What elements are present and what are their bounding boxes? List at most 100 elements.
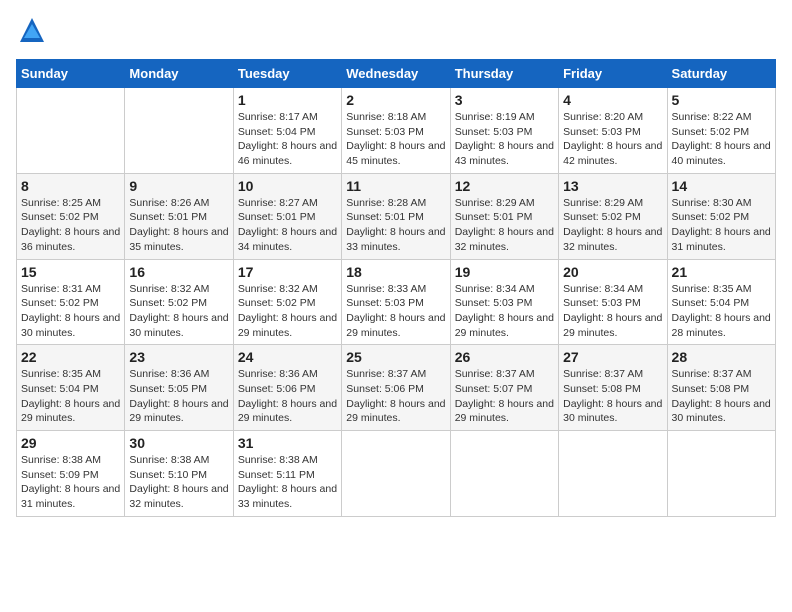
calendar-cell: 26 Sunrise: 8:37 AMSunset: 5:07 PMDayligh… bbox=[450, 345, 558, 431]
calendar-cell bbox=[450, 431, 558, 517]
day-info: Sunrise: 8:35 AMSunset: 5:04 PMDaylight:… bbox=[21, 367, 120, 426]
day-info: Sunrise: 8:37 AMSunset: 5:08 PMDaylight:… bbox=[672, 367, 771, 426]
day-info: Sunrise: 8:29 AMSunset: 5:02 PMDaylight:… bbox=[563, 196, 662, 255]
day-info: Sunrise: 8:34 AMSunset: 5:03 PMDaylight:… bbox=[455, 282, 554, 341]
calendar-cell: 2 Sunrise: 8:18 AMSunset: 5:03 PMDaylight… bbox=[342, 88, 450, 174]
calendar-cell: 21 Sunrise: 8:35 AMSunset: 5:04 PMDayligh… bbox=[667, 259, 775, 345]
calendar-cell: 25 Sunrise: 8:37 AMSunset: 5:06 PMDayligh… bbox=[342, 345, 450, 431]
day-info: Sunrise: 8:38 AMSunset: 5:10 PMDaylight:… bbox=[129, 453, 228, 512]
day-info: Sunrise: 8:32 AMSunset: 5:02 PMDaylight:… bbox=[129, 282, 228, 341]
weekday-header-friday: Friday bbox=[559, 60, 667, 88]
day-number: 30 bbox=[129, 435, 228, 451]
calendar-cell bbox=[667, 431, 775, 517]
day-number: 23 bbox=[129, 349, 228, 365]
day-info: Sunrise: 8:22 AMSunset: 5:02 PMDaylight:… bbox=[672, 110, 771, 169]
calendar-cell: 23 Sunrise: 8:36 AMSunset: 5:05 PMDayligh… bbox=[125, 345, 233, 431]
calendar-cell: 1 Sunrise: 8:17 AMSunset: 5:04 PMDaylight… bbox=[233, 88, 341, 174]
weekday-header-saturday: Saturday bbox=[667, 60, 775, 88]
day-number: 16 bbox=[129, 264, 228, 280]
day-info: Sunrise: 8:30 AMSunset: 5:02 PMDaylight:… bbox=[672, 196, 771, 255]
calendar-cell: 20 Sunrise: 8:34 AMSunset: 5:03 PMDayligh… bbox=[559, 259, 667, 345]
calendar-cell bbox=[125, 88, 233, 174]
day-info: Sunrise: 8:25 AMSunset: 5:02 PMDaylight:… bbox=[21, 196, 120, 255]
calendar-cell: 4Sunrise: 8:20 AMSunset: 5:03 PMDaylight… bbox=[559, 88, 667, 174]
calendar-cell: 13 Sunrise: 8:29 AMSunset: 5:02 PMDayligh… bbox=[559, 173, 667, 259]
calendar-week-2: 8 Sunrise: 8:25 AMSunset: 5:02 PMDaylight… bbox=[17, 173, 776, 259]
day-number: 18 bbox=[346, 264, 445, 280]
logo-icon bbox=[18, 16, 46, 44]
day-number: 10 bbox=[238, 178, 337, 194]
calendar-cell: 3 Sunrise: 8:19 AMSunset: 5:03 PMDaylight… bbox=[450, 88, 558, 174]
day-number: 31 bbox=[238, 435, 337, 451]
day-info: Sunrise: 8:34 AMSunset: 5:03 PMDaylight:… bbox=[563, 282, 662, 341]
day-number: 15 bbox=[21, 264, 120, 280]
calendar-cell: 17 Sunrise: 8:32 AMSunset: 5:02 PMDayligh… bbox=[233, 259, 341, 345]
day-number: 5 bbox=[672, 92, 771, 108]
day-info: Sunrise: 8:31 AMSunset: 5:02 PMDaylight:… bbox=[21, 282, 120, 341]
day-info: Sunrise: 8:37 AMSunset: 5:08 PMDaylight:… bbox=[563, 367, 662, 426]
day-info: Sunrise: 8:37 AMSunset: 5:07 PMDaylight:… bbox=[455, 367, 554, 426]
day-number: 8 bbox=[21, 178, 120, 194]
calendar-week-1: 1 Sunrise: 8:17 AMSunset: 5:04 PMDaylight… bbox=[17, 88, 776, 174]
day-info: Sunrise: 8:37 AMSunset: 5:06 PMDaylight:… bbox=[346, 367, 445, 426]
day-info: Sunrise: 8:26 AMSunset: 5:01 PMDaylight:… bbox=[129, 196, 228, 255]
day-info: Sunrise: 8:19 AMSunset: 5:03 PMDaylight:… bbox=[455, 110, 554, 169]
calendar-cell: 28 Sunrise: 8:37 AMSunset: 5:08 PMDayligh… bbox=[667, 345, 775, 431]
day-info: Sunrise: 8:38 AMSunset: 5:09 PMDaylight:… bbox=[21, 453, 120, 512]
calendar-week-5: 29 Sunrise: 8:38 AMSunset: 5:09 PMDayligh… bbox=[17, 431, 776, 517]
day-number: 21 bbox=[672, 264, 771, 280]
calendar-cell: 18Sunrise: 8:33 AMSunset: 5:03 PMDayligh… bbox=[342, 259, 450, 345]
day-number: 4 bbox=[563, 92, 662, 108]
header bbox=[16, 16, 776, 49]
calendar-week-3: 15 Sunrise: 8:31 AMSunset: 5:02 PMDayligh… bbox=[17, 259, 776, 345]
calendar-cell: 24Sunrise: 8:36 AMSunset: 5:06 PMDayligh… bbox=[233, 345, 341, 431]
calendar-cell: 16 Sunrise: 8:32 AMSunset: 5:02 PMDayligh… bbox=[125, 259, 233, 345]
day-info: Sunrise: 8:17 AMSunset: 5:04 PMDaylight:… bbox=[238, 110, 337, 169]
day-info: Sunrise: 8:28 AMSunset: 5:01 PMDaylight:… bbox=[346, 196, 445, 255]
weekday-header-sunday: Sunday bbox=[17, 60, 125, 88]
day-info: Sunrise: 8:35 AMSunset: 5:04 PMDaylight:… bbox=[672, 282, 771, 341]
calendar-cell: 11 Sunrise: 8:28 AMSunset: 5:01 PMDayligh… bbox=[342, 173, 450, 259]
calendar-cell: 10Sunrise: 8:27 AMSunset: 5:01 PMDayligh… bbox=[233, 173, 341, 259]
calendar-cell: 12 Sunrise: 8:29 AMSunset: 5:01 PMDayligh… bbox=[450, 173, 558, 259]
calendar-cell: 31 Sunrise: 8:38 AMSunset: 5:11 PMDayligh… bbox=[233, 431, 341, 517]
day-number: 25 bbox=[346, 349, 445, 365]
day-number: 12 bbox=[455, 178, 554, 194]
day-number: 1 bbox=[238, 92, 337, 108]
calendar-cell: 30 Sunrise: 8:38 AMSunset: 5:10 PMDayligh… bbox=[125, 431, 233, 517]
calendar-cell: 14 Sunrise: 8:30 AMSunset: 5:02 PMDayligh… bbox=[667, 173, 775, 259]
calendar-cell: 29 Sunrise: 8:38 AMSunset: 5:09 PMDayligh… bbox=[17, 431, 125, 517]
calendar-cell: 9 Sunrise: 8:26 AMSunset: 5:01 PMDaylight… bbox=[125, 173, 233, 259]
day-number: 29 bbox=[21, 435, 120, 451]
calendar-cell: 15 Sunrise: 8:31 AMSunset: 5:02 PMDayligh… bbox=[17, 259, 125, 345]
calendar-cell: 22 Sunrise: 8:35 AMSunset: 5:04 PMDayligh… bbox=[17, 345, 125, 431]
day-number: 9 bbox=[129, 178, 228, 194]
day-number: 11 bbox=[346, 178, 445, 194]
day-number: 24 bbox=[238, 349, 337, 365]
day-info: Sunrise: 8:38 AMSunset: 5:11 PMDaylight:… bbox=[238, 453, 337, 512]
day-info: Sunrise: 8:32 AMSunset: 5:02 PMDaylight:… bbox=[238, 282, 337, 341]
day-number: 2 bbox=[346, 92, 445, 108]
calendar-cell: 27Sunrise: 8:37 AMSunset: 5:08 PMDayligh… bbox=[559, 345, 667, 431]
day-info: Sunrise: 8:36 AMSunset: 5:05 PMDaylight:… bbox=[129, 367, 228, 426]
calendar-week-4: 22 Sunrise: 8:35 AMSunset: 5:04 PMDayligh… bbox=[17, 345, 776, 431]
logo bbox=[16, 16, 46, 49]
day-number: 3 bbox=[455, 92, 554, 108]
calendar-table: SundayMondayTuesdayWednesdayThursdayFrid… bbox=[16, 59, 776, 517]
day-number: 19 bbox=[455, 264, 554, 280]
weekday-header-wednesday: Wednesday bbox=[342, 60, 450, 88]
weekday-header-thursday: Thursday bbox=[450, 60, 558, 88]
day-number: 14 bbox=[672, 178, 771, 194]
day-number: 26 bbox=[455, 349, 554, 365]
weekday-header-row: SundayMondayTuesdayWednesdayThursdayFrid… bbox=[17, 60, 776, 88]
day-info: Sunrise: 8:29 AMSunset: 5:01 PMDaylight:… bbox=[455, 196, 554, 255]
day-number: 28 bbox=[672, 349, 771, 365]
day-info: Sunrise: 8:18 AMSunset: 5:03 PMDaylight:… bbox=[346, 110, 445, 169]
day-number: 22 bbox=[21, 349, 120, 365]
day-number: 17 bbox=[238, 264, 337, 280]
day-number: 13 bbox=[563, 178, 662, 194]
calendar-cell: 19 Sunrise: 8:34 AMSunset: 5:03 PMDayligh… bbox=[450, 259, 558, 345]
day-number: 20 bbox=[563, 264, 662, 280]
calendar-cell: 8 Sunrise: 8:25 AMSunset: 5:02 PMDaylight… bbox=[17, 173, 125, 259]
calendar-cell: 5 Sunrise: 8:22 AMSunset: 5:02 PMDaylight… bbox=[667, 88, 775, 174]
